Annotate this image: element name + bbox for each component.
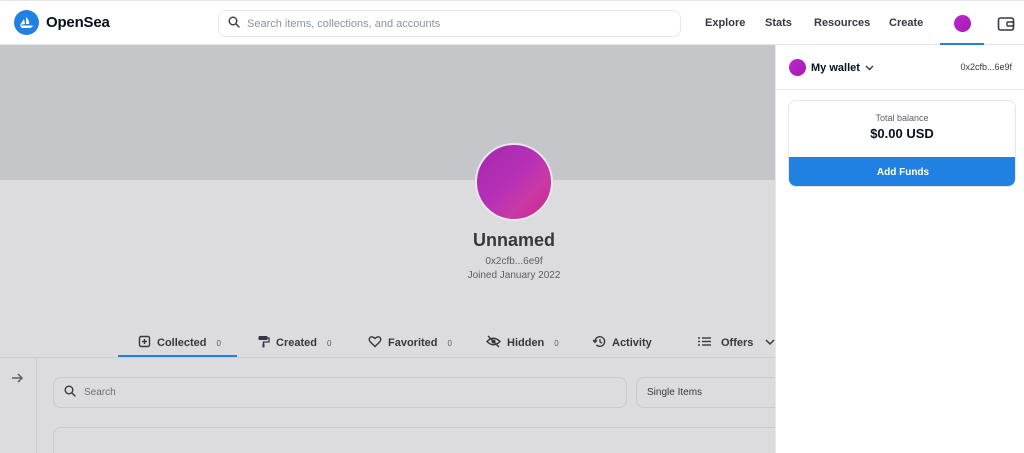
profile-avatar-button[interactable] [954,15,971,32]
tab-label: Hidden [507,337,545,349]
tab-label: Favorited [388,337,438,349]
opensea-logo-icon [14,10,39,35]
items-type-selected: Single Items [647,387,703,398]
opensea-logo[interactable]: OpenSea [14,10,110,35]
profile-address[interactable]: 0x2cfb...6e9f [440,256,588,267]
chevron-down-icon [865,62,874,74]
wallet-avatar [789,59,806,76]
top-navbar: OpenSea Explore Stats Resources Create [0,0,1024,45]
eye-off-icon [486,335,501,351]
search-icon [228,15,240,33]
my-wallet-dropdown[interactable]: My wallet [811,62,874,74]
filter-sidebar-divider [36,358,37,453]
profile-avatar [475,143,553,221]
tab-label: Collected [157,337,207,349]
wallet-address[interactable]: 0x2cfb...6e9f [960,62,1012,72]
items-search[interactable] [53,377,627,408]
tab-activity[interactable]: Activity [592,330,652,356]
wallet-panel-header: My wallet 0x2cfb...6e9f [776,45,1024,90]
paint-roller-icon [257,335,270,351]
add-funds-button[interactable]: Add Funds [789,157,1015,186]
history-icon [592,335,606,351]
tab-collected[interactable]: Collected 0 [138,330,221,356]
tab-offers[interactable]: Offers [698,330,775,356]
tabs-divider [0,357,775,358]
profile-name: Unnamed [472,230,555,250]
tab-label: Offers [721,337,754,349]
tab-count: 0 [216,338,221,348]
tab-created[interactable]: Created 0 [257,330,331,356]
tab-favorited[interactable]: Favorited 0 [368,330,452,356]
items-search-input[interactable] [84,387,604,398]
nav-resources[interactable]: Resources [814,17,870,29]
balance-value: $0.00 USD [870,126,934,141]
balance-card: Total balance $0.00 USD Add Funds [788,100,1016,187]
items-grid [53,427,788,453]
nav-explore[interactable]: Explore [705,17,745,29]
profile-banner [0,45,775,180]
tab-label: Activity [612,337,652,349]
collected-icon [138,335,151,351]
tab-count: 0 [326,338,332,348]
nav-create[interactable]: Create [889,17,923,29]
global-search[interactable] [218,10,681,37]
nav-stats[interactable]: Stats [765,17,792,29]
tab-hidden[interactable]: Hidden 0 [486,330,559,356]
global-search-input[interactable] [247,17,667,30]
wallet-panel: My wallet 0x2cfb...6e9f Total balance $0… [775,45,1024,453]
list-icon [698,336,711,350]
arrow-right-icon[interactable] [9,370,25,386]
heart-icon [368,335,382,351]
tab-count: 0 [554,338,559,348]
brand-name: OpenSea [46,14,110,31]
tab-label: Created [276,337,317,349]
profile-background [0,180,775,453]
wallet-title: My wallet [811,62,860,74]
wallet-icon[interactable] [997,15,1015,33]
profile-joined-date: Joined January 2022 [467,270,561,281]
tab-count: 0 [447,338,452,348]
items-type-select[interactable]: Single Items [636,377,786,408]
search-icon [64,384,76,402]
chevron-down-icon [765,337,775,349]
balance-label: Total balance [875,113,929,123]
